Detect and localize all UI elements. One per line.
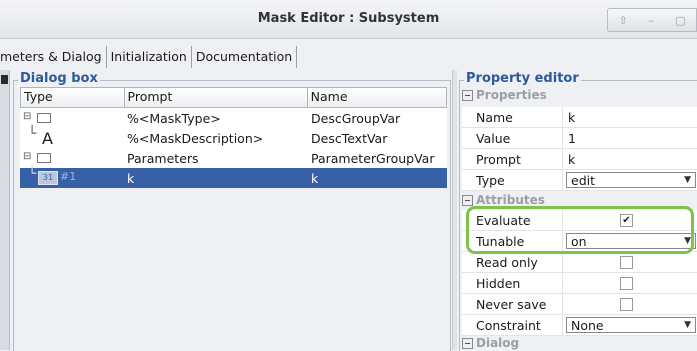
attribute-label: Evaluate <box>476 212 531 228</box>
property-row-name: Name k <box>462 107 697 128</box>
property-editor-title: Property editor <box>464 71 581 86</box>
prompt-cell: k <box>127 170 135 186</box>
table-row[interactable]: ⊟ %<MaskType> DescGroupVar <box>20 108 447 128</box>
window-title: Mask Editor : Subsystem <box>257 11 440 26</box>
tab-bar: meters & Dialog Initialization Documenta… <box>0 46 298 68</box>
type-cell: ⊟ <box>20 148 124 168</box>
section-dialog[interactable]: − Dialog <box>462 336 519 350</box>
attribute-row-read-only: Read only <box>462 252 697 273</box>
prompt-cell: Parameters <box>127 150 199 166</box>
section-attributes[interactable]: − Attributes <box>462 193 545 207</box>
property-editor-panel: Property editor − Properties Name k Value… <box>457 70 697 351</box>
maximize-icon[interactable]: ▢ <box>675 14 685 27</box>
shade-icon[interactable]: ⇧ <box>618 14 627 27</box>
dropdown-arrow-icon: ▼ <box>684 175 691 185</box>
prompt-field[interactable]: k <box>562 149 697 169</box>
attribute-row-evaluate: Evaluate ✔ <box>462 210 697 231</box>
dropdown-arrow-icon: ▼ <box>684 236 691 246</box>
name-field[interactable]: k <box>562 107 697 127</box>
text-icon: A <box>42 129 53 148</box>
column-header-name[interactable]: Name <box>308 88 446 107</box>
tab-documentation[interactable]: Documentation <box>192 46 298 68</box>
tab-initialization[interactable]: Initialization <box>107 46 192 68</box>
read-only-checkbox[interactable] <box>620 255 633 269</box>
dialog-table: Type Prompt Name ⊟ %<MaskType> DescGroup… <box>20 87 447 188</box>
property-row-type: Type edit ▼ <box>462 170 697 191</box>
table-header: Type Prompt Name <box>20 87 447 108</box>
attribute-label: Read only <box>476 254 538 270</box>
prompt-cell: %<MaskType> <box>127 110 221 126</box>
collapse-icon[interactable]: − <box>462 338 473 349</box>
group-box-icon <box>37 113 51 123</box>
property-row-value: Value 1 <box>462 128 697 149</box>
attribute-row-constraint: Constraint None ▼ <box>462 315 697 336</box>
collapse-icon[interactable]: − <box>462 90 473 101</box>
type-cell: ⊟ <box>20 108 124 128</box>
property-label: Value <box>476 130 511 146</box>
dropdown-arrow-icon: ▼ <box>684 320 691 330</box>
prompt-cell: %<MaskDescription> <box>127 130 264 146</box>
never-save-checkbox[interactable] <box>620 297 633 311</box>
attribute-row-hidden: Hidden <box>462 273 697 294</box>
property-label: Type <box>476 172 505 188</box>
attribute-row-never-save: Never save <box>462 294 697 315</box>
tree-collapse-icon[interactable]: ⊟ <box>23 111 31 122</box>
table-row-selected[interactable]: └ 31 #1 k k <box>20 166 447 188</box>
edit-parameter-icon: 31 <box>38 171 58 185</box>
attribute-label: Hidden <box>476 275 521 291</box>
tunable-select[interactable]: on ▼ <box>566 233 696 249</box>
name-cell: ParameterGroupVar <box>311 150 435 166</box>
title-bar: Mask Editor : Subsystem ⇧ – ▢ <box>0 0 697 39</box>
property-label: Name <box>476 109 513 125</box>
group-box-icon <box>37 153 51 163</box>
attribute-label: Never save <box>476 296 547 312</box>
column-header-prompt[interactable]: Prompt <box>125 88 308 107</box>
section-properties[interactable]: − Properties <box>462 88 547 102</box>
table-row[interactable]: └ A %<MaskDescription> DescTextVar <box>20 126 447 148</box>
property-label: Prompt <box>476 151 521 167</box>
attribute-row-tunable: Tunable on ▼ <box>462 231 697 252</box>
tree-collapse-icon[interactable]: ⊟ <box>23 151 31 162</box>
tab-parameters-dialog[interactable]: meters & Dialog <box>0 46 107 68</box>
type-select[interactable]: edit ▼ <box>566 172 696 188</box>
constraint-select[interactable]: None ▼ <box>566 317 696 333</box>
palette-strip[interactable] <box>0 70 10 350</box>
collapse-icon[interactable]: − <box>462 195 473 206</box>
table-row[interactable]: ⊟ Parameters ParameterGroupVar <box>20 148 447 168</box>
evaluate-checkbox[interactable]: ✔ <box>620 213 633 227</box>
name-cell: k <box>311 170 319 186</box>
attribute-label: Tunable <box>476 233 525 249</box>
window-controls: ⇧ – ▢ <box>607 8 697 32</box>
type-cell: └ 31 #1 <box>28 166 77 185</box>
column-header-type[interactable]: Type <box>21 88 125 107</box>
collapse-arrow-icon[interactable] <box>1 75 8 84</box>
name-cell: DescGroupVar <box>311 110 401 126</box>
attribute-label: Constraint <box>476 317 541 333</box>
dialog-box-title: Dialog box <box>18 71 100 86</box>
hidden-checkbox[interactable] <box>620 276 633 290</box>
minimize-icon[interactable]: – <box>649 14 655 27</box>
item-index: #1 <box>60 170 77 183</box>
property-row-prompt: Prompt k <box>462 149 697 170</box>
value-field[interactable]: 1 <box>562 128 697 148</box>
type-cell: └ A <box>28 126 53 148</box>
name-cell: DescTextVar <box>311 130 388 146</box>
